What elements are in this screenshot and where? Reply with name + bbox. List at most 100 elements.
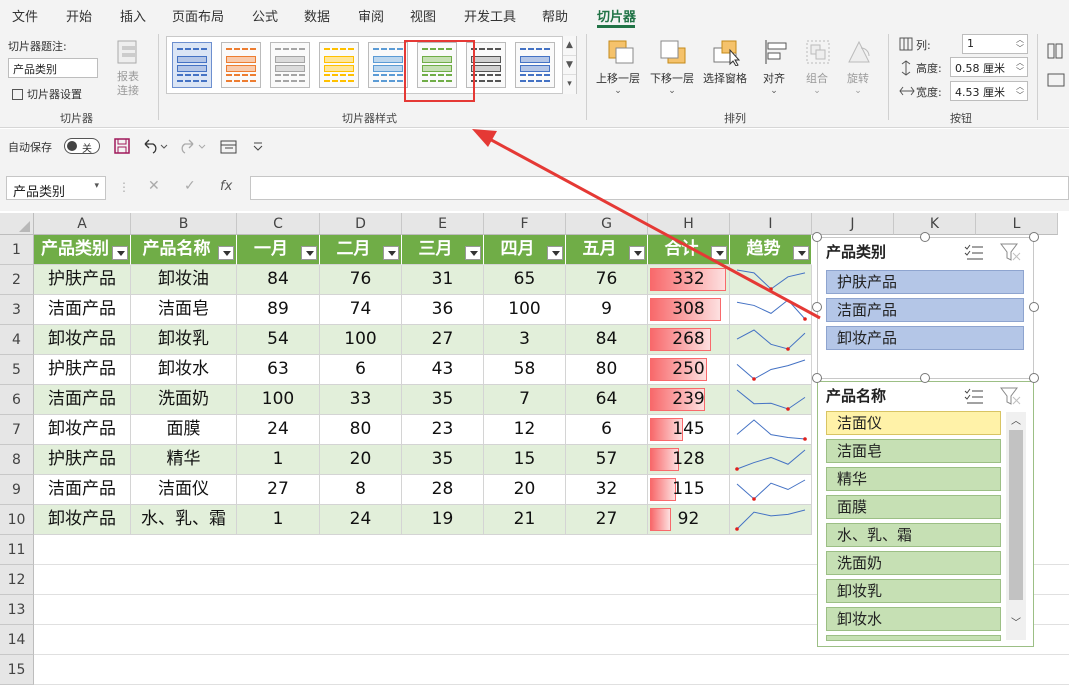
sparkline-cell[interactable] [730,325,812,355]
table-cell[interactable]: 洁面皂 [131,295,237,325]
table-cell[interactable]: 27 [402,325,484,355]
menu-tab[interactable]: 插入 [120,6,146,25]
scroll-up-icon[interactable]: ︿ [1006,412,1026,430]
column-header[interactable]: L [976,213,1058,235]
column-header[interactable]: A [34,213,131,235]
table-cell[interactable]: 100 [484,295,566,325]
rotate-button[interactable]: 旋转 ⌄ [847,70,869,96]
slicer-settings-button[interactable]: 切片器设置 [12,86,82,102]
table-header-cell[interactable]: 四月 [484,235,566,265]
resize-handle[interactable] [920,232,930,242]
table-cell[interactable]: 卸妆产品 [34,415,131,445]
row-header[interactable]: 5 [0,355,34,385]
table-cell[interactable]: 84 [566,325,648,355]
table-cell[interactable]: 27 [237,475,320,505]
slicer-style-swatch[interactable] [319,42,359,88]
table-header-cell[interactable]: 趋势 [730,235,812,265]
table-cell[interactable]: 护肤产品 [34,445,131,475]
row-header[interactable]: 15 [0,655,34,685]
menu-tab[interactable]: 切片器 [597,6,636,25]
scroll-down-icon[interactable]: ﹀ [1006,614,1026,632]
table-header-cell[interactable]: 产品类别 [34,235,131,265]
slicer-item[interactable]: 精华 [826,467,1001,491]
table-cell[interactable]: 76 [320,265,402,295]
spinner-icon[interactable]: ︿ ﹀ [1016,82,1024,100]
table-cell[interactable]: 精华 [131,445,237,475]
slicer-style-swatch[interactable] [368,42,408,88]
gallery-more-icon[interactable]: ▾ [563,74,576,92]
table-header-cell[interactable]: 合计 [648,235,730,265]
total-cell[interactable]: 308 [648,295,730,325]
slicer-style-swatch[interactable] [270,42,310,88]
gallery-up-icon[interactable]: ▲ [563,36,576,55]
menu-tab[interactable]: 帮助 [542,6,568,25]
table-cell[interactable]: 护肤产品 [34,355,131,385]
resize-handle[interactable] [1029,373,1039,383]
sparkline-cell[interactable] [730,475,812,505]
column-header[interactable]: K [894,213,976,235]
table-cell[interactable]: 卸妆水 [131,355,237,385]
table-cell[interactable]: 6 [320,355,402,385]
menu-tab[interactable]: 开发工具 [464,6,516,25]
table-header-cell[interactable]: 产品名称 [131,235,237,265]
selection-pane-button[interactable]: 选择窗格 [703,70,747,86]
table-cell[interactable]: 卸妆产品 [34,505,131,535]
table-cell[interactable]: 89 [237,295,320,325]
filter-dropdown-icon[interactable] [629,246,645,260]
table-cell[interactable]: 卸妆产品 [34,325,131,355]
bring-forward-button[interactable]: 上移一层 ⌄ [596,70,640,96]
table-cell[interactable]: 8 [320,475,402,505]
table-cell[interactable]: 84 [237,265,320,295]
sparkline-cell[interactable] [730,295,812,325]
filter-dropdown-icon[interactable] [301,246,317,260]
cancel-icon[interactable]: ✕ [148,178,160,194]
table-cell[interactable]: 100 [320,325,402,355]
table-header-cell[interactable]: 二月 [320,235,402,265]
filter-dropdown-icon[interactable] [218,246,234,260]
table-cell[interactable]: 洁面产品 [34,475,131,505]
row-header[interactable]: 13 [0,595,34,625]
row-header[interactable]: 14 [0,625,34,655]
table-cell[interactable]: 12 [484,415,566,445]
sparkline-cell[interactable] [730,265,812,295]
resize-handle[interactable] [920,373,930,383]
table-cell[interactable]: 28 [402,475,484,505]
gallery-down-icon[interactable]: ▼ [563,55,576,74]
row-header[interactable]: 12 [0,565,34,595]
table-cell[interactable]: 27 [566,505,648,535]
menu-tab[interactable]: 审阅 [358,6,384,25]
table-cell[interactable]: 洁面产品 [34,295,131,325]
resize-handle[interactable] [812,232,822,242]
slicer-item-partial[interactable] [826,635,1001,641]
chevron-down-icon[interactable]: ▾ [94,181,99,191]
resize-handle[interactable] [812,302,822,312]
row-header[interactable]: 6 [0,385,34,415]
autosave-toggle[interactable]: 关 [64,138,100,155]
slicer-item[interactable]: 卸妆产品 [826,326,1024,350]
table-cell[interactable]: 洗面奶 [131,385,237,415]
row-header[interactable]: 1 [0,235,34,265]
slicer-scrollbar[interactable]: ︿ ﹀ [1006,412,1026,640]
table-cell[interactable]: 54 [237,325,320,355]
resize-handle[interactable] [1029,232,1039,242]
table-header-cell[interactable]: 一月 [237,235,320,265]
table-cell[interactable]: 卸妆乳 [131,325,237,355]
table-cell[interactable]: 21 [484,505,566,535]
total-cell[interactable]: 145 [648,415,730,445]
name-box[interactable]: 产品类别 ▾ [6,176,106,200]
slicer-item[interactable]: 洗面奶 [826,551,1001,575]
width-input[interactable]: 4.53 厘米 ︿ ﹀ [950,81,1028,101]
menu-tab[interactable]: 开始 [66,6,92,25]
slicer-style-swatch[interactable] [515,42,555,88]
table-cell[interactable]: 1 [237,445,320,475]
clear-filter-icon[interactable] [1000,387,1022,408]
column-header[interactable]: G [566,213,648,235]
total-cell[interactable]: 250 [648,355,730,385]
slicer-style-swatch[interactable] [221,42,261,88]
save-icon[interactable] [114,138,130,157]
report-connection-button[interactable]: 报表 连接 [114,70,142,98]
table-cell[interactable]: 19 [402,505,484,535]
column-header[interactable]: D [320,213,402,235]
menu-tab[interactable]: 公式 [252,6,278,25]
confirm-icon[interactable]: ✓ [184,178,196,194]
